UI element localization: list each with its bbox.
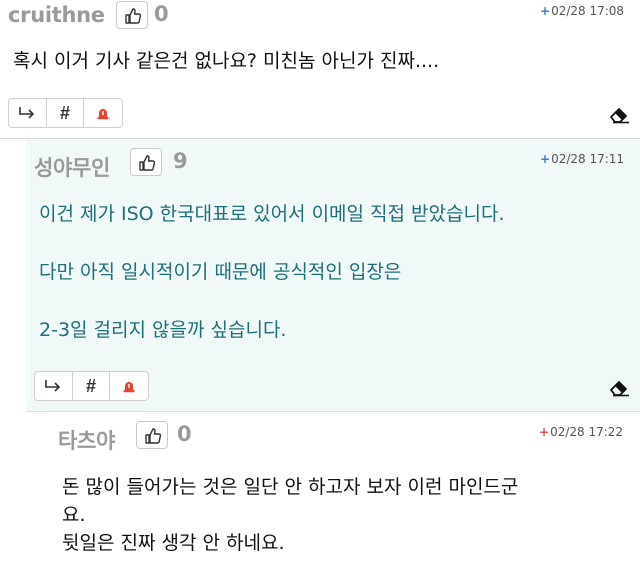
comment-date: +02/28 17:08	[540, 4, 624, 18]
like-count: 0	[177, 422, 192, 446]
like-count: 9	[173, 149, 188, 173]
comment-date: +02/28 17:22	[539, 425, 623, 439]
comment-date: +02/28 17:11	[540, 152, 624, 166]
comment-text: 혹시 이거 기사 같은건 없나요? 미친놈 아닌가 진짜....	[13, 50, 440, 72]
date-text: 02/28 17:08	[551, 4, 625, 18]
thumbs-up-icon	[139, 155, 156, 171]
comment-toolbar: #	[34, 371, 149, 401]
eraser-icon[interactable]	[609, 106, 631, 124]
reply-arrow-icon	[45, 380, 61, 392]
thumbs-up-icon	[145, 428, 162, 444]
comment-text: 요.	[62, 504, 86, 526]
reply-item: 타츠야 0 +02/28 17:22 돈 많이 들어가는 것은 일단 안 하고자…	[26, 412, 640, 575]
hash-icon: #	[86, 375, 97, 396]
comment-toolbar: #	[8, 98, 123, 128]
comment-nickname[interactable]: 타츠야	[58, 425, 115, 455]
comment-body: 돈 많이 들어가는 것은 일단 안 하고자 보자 이런 마인드군 요. 뒷일은 …	[62, 473, 640, 557]
reply-item: 성야무인 9 +02/28 17:11 이건 제가 ISO 한국대표로 있어서 …	[26, 139, 640, 412]
reply-arrow-icon	[19, 107, 35, 119]
siren-icon	[123, 382, 135, 393]
comment-text: 이건 제가 ISO 한국대표로 있어서 이메일 직접 받았습니다.	[39, 203, 505, 225]
hash-link-button[interactable]: #	[73, 372, 111, 400]
comment-nickname[interactable]: 성야무인	[34, 152, 110, 182]
reply-button[interactable]	[35, 372, 73, 400]
like-button[interactable]	[116, 1, 148, 29]
comment-body: 혹시 이거 기사 같은건 없나요? 미친놈 아닌가 진짜....	[13, 47, 439, 75]
plus-icon[interactable]: +	[540, 152, 550, 166]
report-button[interactable]	[110, 372, 148, 400]
comment-nickname[interactable]: cruithne	[8, 3, 105, 27]
date-text: 02/28 17:22	[550, 425, 624, 439]
hash-link-button[interactable]: #	[47, 99, 85, 127]
comment-header: 타츠야 0 +02/28 17:22	[26, 412, 640, 453]
report-button[interactable]	[84, 99, 122, 127]
comment-item: cruithne 0 +02/28 17:08 혹시 이거 기사 같은건 없나요…	[0, 0, 640, 139]
like-count: 0	[154, 2, 169, 26]
like-button[interactable]	[136, 421, 168, 449]
comment-text: 뒷일은 진짜 생각 안 하네요.	[62, 532, 285, 554]
reply-button[interactable]	[9, 99, 47, 127]
comment-text: 2-3일 걸리지 않을까 싶습니다.	[39, 319, 287, 341]
plus-icon[interactable]: +	[539, 425, 549, 439]
thumbs-up-icon	[125, 8, 142, 24]
hash-icon: #	[60, 102, 71, 123]
plus-icon[interactable]: +	[540, 4, 550, 18]
comment-header: 성야무인 9 +02/28 17:11	[26, 139, 640, 180]
eraser-icon[interactable]	[609, 379, 631, 397]
comment-body: 이건 제가 ISO 한국대표로 있어서 이메일 직접 받았습니다. 다만 아직 …	[39, 200, 505, 344]
siren-icon	[97, 109, 109, 120]
comment-header: cruithne 0 +02/28 17:08	[0, 0, 640, 34]
comment-text: 다만 아직 일시적이기 때문에 공식적인 입장은	[39, 261, 402, 283]
comment-text: 돈 많이 들어가는 것은 일단 안 하고자 보자 이런 마인드군	[62, 476, 519, 498]
date-text: 02/28 17:11	[551, 152, 625, 166]
like-button[interactable]	[130, 148, 162, 176]
